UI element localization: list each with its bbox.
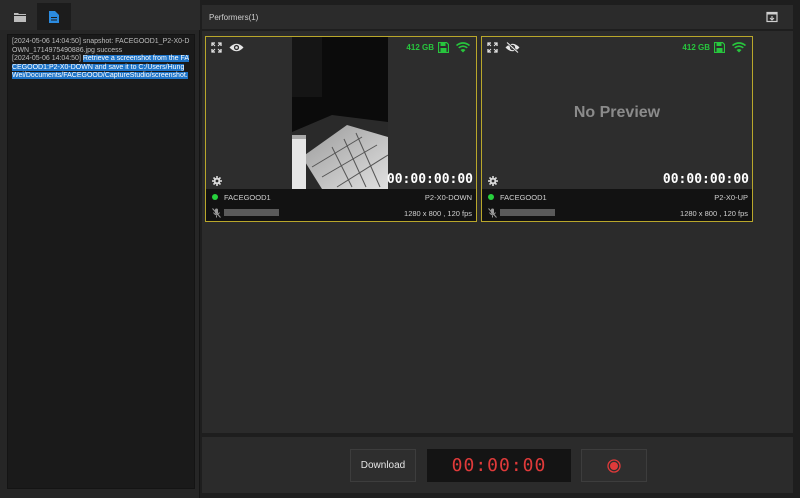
resolution-label: 1280 x 800 , 120 fps	[680, 209, 748, 218]
camera-card[interactable]: 412 GB 00:00:00:00 FACEGOOD1 P2-X0-DOWN …	[205, 36, 477, 222]
performers-title: Performers(1)	[209, 12, 259, 22]
performers-grid: 412 GB 00:00:00:00 FACEGOOD1 P2-X0-DOWN …	[202, 31, 793, 433]
wifi-icon	[732, 42, 746, 53]
export-icon[interactable]	[766, 11, 778, 23]
log-entry: [2024-05-06 14:04:50] Retrieve a screens…	[12, 55, 190, 81]
camera-timecode: 00:00:00:00	[386, 172, 473, 187]
camera-preview-image	[292, 37, 388, 189]
gear-icon[interactable]	[212, 176, 222, 186]
camera-preview: 412 GB 00:00:00:00	[206, 37, 476, 189]
tab-log[interactable]	[37, 3, 71, 30]
camera-card[interactable]: No Preview 412 GB 00:00:00:00 FACEGOOD1 …	[481, 36, 753, 222]
no-preview-label: No Preview	[573, 104, 661, 121]
eye-icon[interactable]	[229, 42, 244, 53]
save-icon	[438, 42, 449, 53]
log-entry-timestamp: [2024-05-06 14:04:50]	[12, 55, 83, 63]
gear-icon[interactable]	[488, 176, 498, 186]
camera-info-bar: FACEGOOD1 P2-X0-DOWN 1280 x 800 , 120 fp…	[206, 189, 476, 221]
camera-info-bar: FACEGOOD1 P2-X0-UP 1280 x 800 , 120 fps	[482, 189, 752, 221]
status-dot	[488, 194, 494, 200]
performer-name: FACEGOOD1	[500, 193, 547, 202]
record-button[interactable]	[581, 449, 647, 482]
performers-header: Performers(1)	[202, 5, 793, 29]
audio-level-bar	[224, 209, 279, 216]
mic-muted-icon[interactable]	[212, 208, 221, 218]
resolution-label: 1280 x 800 , 120 fps	[404, 209, 472, 218]
audio-level-bar	[500, 209, 555, 216]
expand-icon[interactable]	[487, 42, 498, 53]
camera-name: P2-X0-UP	[714, 193, 748, 202]
expand-icon[interactable]	[211, 42, 222, 53]
log-console[interactable]: [2024-05-06 14:04:50] snapshot: FACEGOOD…	[7, 34, 195, 489]
wifi-icon	[456, 42, 470, 53]
mic-muted-icon[interactable]	[488, 208, 497, 218]
document-icon	[49, 10, 59, 23]
log-entry-text: [2024-05-06 14:04:50] snapshot: FACEGOOD…	[12, 38, 190, 54]
camera-preview: No Preview 412 GB 00:00:00:00	[482, 37, 752, 189]
folder-icon	[14, 12, 26, 22]
left-tab-bar	[0, 0, 200, 30]
camera-timecode: 00:00:00:00	[662, 172, 749, 187]
status-dot	[212, 194, 218, 200]
storage-label: 412 GB	[682, 43, 710, 52]
record-timer: 00:00:00	[427, 449, 571, 482]
eye-slash-icon[interactable]	[505, 42, 520, 53]
download-button[interactable]: Download	[350, 449, 416, 482]
left-panel: [2024-05-06 14:04:50] snapshot: FACEGOOD…	[0, 0, 200, 498]
storage-label: 412 GB	[406, 43, 434, 52]
tab-files[interactable]	[3, 3, 37, 30]
log-entry: [2024-05-06 14:04:50] snapshot: FACEGOOD…	[12, 38, 190, 55]
record-icon	[607, 458, 621, 473]
save-icon	[714, 42, 725, 53]
performer-name: FACEGOOD1	[224, 193, 271, 202]
recording-controls: Download 00:00:00	[202, 437, 793, 493]
camera-name: P2-X0-DOWN	[424, 193, 472, 202]
